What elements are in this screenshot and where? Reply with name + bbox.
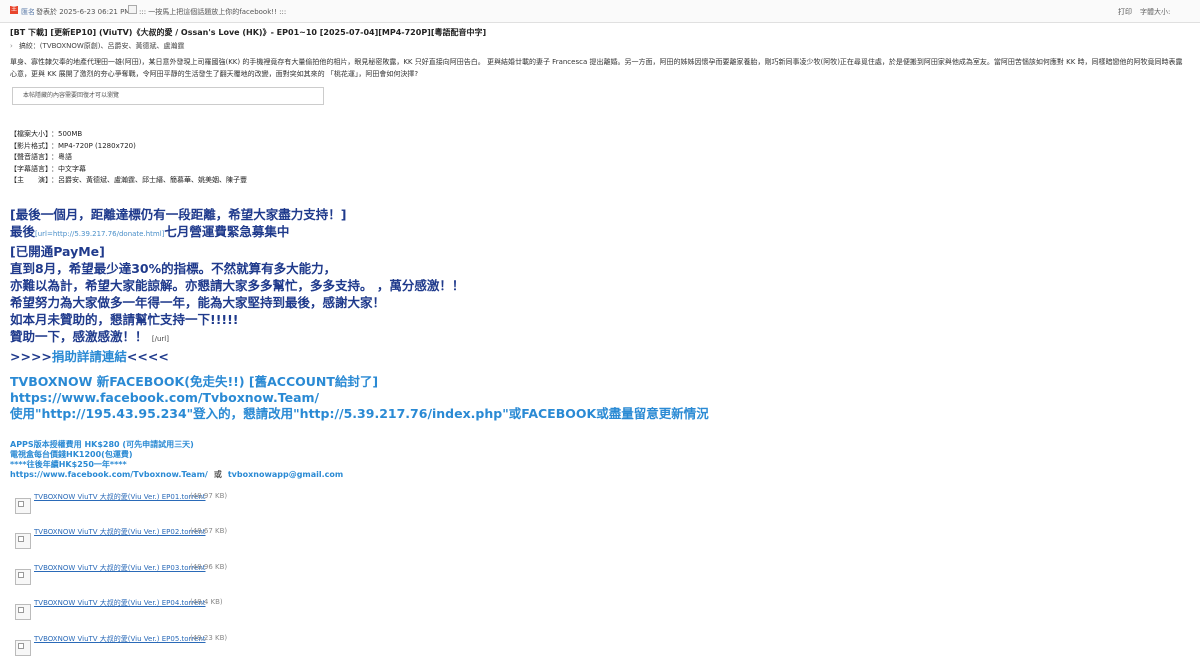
post-tags: › 搞絞：(TVBOXNOW原創)、呂爵安、黃德斌、盧瀚霆: [10, 41, 1190, 51]
attachment-size: (49.23 KB): [190, 634, 227, 642]
info-label: 【字幕語言】: [10, 164, 51, 176]
info-value: ：中文字幕: [51, 164, 86, 176]
donation-line: [已開通PayMe]: [10, 243, 1190, 260]
donation-line: 亦難以為計，希望大家能諒解。亦懇請大家多多幫忙，多多支持。 ，萬分感激！！: [10, 277, 1190, 294]
donation-line: 直到8月，希望最少達30%的指標。不然就算有多大能力，: [10, 260, 1190, 277]
info-value: ：MP4-720P (1280x720): [51, 141, 136, 153]
attachment-item: TVBOXNOW ViuTV 大叔的愛(Viu Ver.) EP05.torre…: [10, 634, 1190, 669]
info-row: 【字幕語言】：中文字幕: [10, 164, 1190, 176]
apps-line: APPS版本授權費用 HK$280 (可先申請試用三天): [10, 440, 1190, 450]
facebook-notice: TVBOXNOW 新FACEBOOK(免走失!!) [舊ACCOUNT給封了] …: [10, 374, 1190, 422]
info-value: ：粵語: [51, 152, 72, 164]
donation-text: <<<<: [127, 349, 169, 364]
info-value: ：呂爵安、黃德斌、盧瀚霆、邱士縉、簡慕華、姚美姻、陳子豐: [51, 175, 247, 187]
chevron-right-icon: ›: [10, 42, 13, 50]
torrent-file-icon[interactable]: [15, 533, 31, 549]
attachment-size: (48.67 KB): [190, 527, 227, 535]
attachment-size: (48.96 KB): [190, 563, 227, 571]
attachment-link[interactable]: TVBOXNOW ViuTV 大叔的愛(Viu Ver.) EP02.torre…: [34, 527, 206, 537]
attachment-size: (48.97 KB): [190, 492, 227, 500]
donation-line: 最後[url=http://5.39.217.76/donate.html]七月…: [10, 223, 1190, 243]
donation-text: >>>>: [10, 349, 52, 364]
attachment-link[interactable]: TVBOXNOW ViuTV 大叔的愛(Viu Ver.) EP05.torre…: [34, 634, 206, 644]
info-row: 【影片格式】：MP4-720P (1280x720): [10, 141, 1190, 153]
donation-appeal: [最後一個月，距離達標仍有一段距離，希望大家盡力支持！] 最後[url=http…: [10, 206, 1190, 365]
attachment-size: (48.4 KB): [190, 598, 223, 606]
donation-text: 最後: [10, 224, 35, 239]
tags-text[interactable]: 搞絞：(TVBOXNOW原創)、呂爵安、黃德斌、盧瀚霆: [19, 42, 185, 50]
donate-url-text[interactable]: [url=http://5.39.217.76/donate.html]: [35, 230, 164, 238]
apps-pricing: APPS版本授權費用 HK$280 (可先申請試用三天) 電視盒每台價錢HK12…: [10, 440, 1190, 480]
info-row: 【主 演】：呂爵安、黃德斌、盧瀚霆、邱士縉、簡慕華、姚美姻、陳子豐: [10, 175, 1190, 187]
facebook-line: TVBOXNOW 新FACEBOOK(免走失!!) [舊ACCOUNT給封了]: [10, 374, 1190, 390]
torrent-file-icon[interactable]: [15, 640, 31, 656]
donation-line: >>>>捐助詳請連結<<<<: [10, 348, 1190, 365]
attachment-list: TVBOXNOW ViuTV 大叔的愛(Viu Ver.) EP01.torre…: [10, 492, 1190, 669]
info-label: 【影片格式】: [10, 141, 51, 153]
donation-line: 贊助一下，感激感激！！ [/url]: [10, 328, 1190, 348]
user-badge-icon: 王: [10, 6, 18, 14]
apps-facebook-link[interactable]: https://www.facebook.com/Tvboxnow.Team/: [10, 470, 208, 479]
facebook-line: 使用"http://195.43.95.234"登入的，懇請改用"http://…: [10, 406, 1190, 422]
donation-line: 如本月未贊助的，懇請幫忙支持一下!!!!!: [10, 311, 1190, 328]
post-header-bar: 王 匯名 發表於 2025-6-23 06:21 PM ::: 一按馬上把這個話…: [0, 0, 1200, 23]
apps-line: ****往後年續HK$250一年****: [10, 460, 1190, 470]
donation-line: [最後一個月，距離達標仍有一段距離，希望大家盡力支持！]: [10, 206, 1190, 223]
attachment-item: TVBOXNOW ViuTV 大叔的愛(Viu Ver.) EP04.torre…: [10, 598, 1190, 634]
info-value: ：500MB: [51, 129, 82, 141]
torrent-file-icon[interactable]: [15, 604, 31, 620]
torrent-file-icon[interactable]: [15, 498, 31, 514]
author-link[interactable]: 匯名: [21, 7, 35, 17]
attachment-link[interactable]: TVBOXNOW ViuTV 大叔的愛(Viu Ver.) EP04.torre…: [34, 598, 206, 608]
attachment-link[interactable]: TVBOXNOW ViuTV 大叔的愛(Viu Ver.) EP01.torre…: [34, 492, 206, 502]
synopsis: 單身、寡性隸欠奉的地產代理田一雄(阿田)，某日意外發現上司羅國強(KK) 的手機…: [10, 56, 1185, 80]
attachment-item: TVBOXNOW ViuTV 大叔的愛(Viu Ver.) EP03.torre…: [10, 563, 1190, 599]
url-close-tag: [/url]: [152, 335, 169, 343]
info-row: 【聲音語言】：粵語: [10, 152, 1190, 164]
post-title: [BT 下載] [更新EP10] (ViuTV)《大叔的愛 / Ossan's …: [10, 27, 1190, 39]
info-label: 【主 演】: [10, 175, 51, 187]
donation-text: 七月營運費緊急募集中: [164, 224, 289, 239]
donate-details-link[interactable]: 捐助詳請連結: [52, 349, 127, 364]
info-label: 【聲音語言】: [10, 152, 51, 164]
attachment-item: TVBOXNOW ViuTV 大叔的愛(Viu Ver.) EP01.torre…: [10, 492, 1190, 528]
info-label: 【檔案大小】: [10, 129, 51, 141]
file-info: 【檔案大小】：500MB 【影片格式】：MP4-720P (1280x720) …: [10, 129, 1190, 187]
facebook-share-banner[interactable]: ::: 一按馬上把這個話題放上你的facebook!! :::: [139, 7, 286, 17]
facebook-url-link[interactable]: https://www.facebook.com/Tvboxnow.Team/: [10, 390, 1190, 406]
donation-text: 贊助一下，感激感激！！: [10, 329, 148, 344]
donation-line: 希望努力為大家做多一年得一年，能為大家堅持到最後，感謝大家！: [10, 294, 1190, 311]
hidden-content-notice: 本帖隱藏的內容需要回復才可以瀏覽: [12, 87, 324, 105]
broken-image-icon[interactable]: [128, 5, 137, 14]
torrent-file-icon[interactable]: [15, 569, 31, 585]
font-size-control[interactable]: 字體大小:: [1140, 7, 1170, 17]
post-timestamp: 發表於 2025-6-23 06:21 PM: [36, 7, 130, 17]
apps-contact: https://www.facebook.com/Tvboxnow.Team/或…: [10, 470, 1190, 480]
apps-line: 電視盒每台價錢HK1200(包運費): [10, 450, 1190, 460]
attachment-link[interactable]: TVBOXNOW ViuTV 大叔的愛(Viu Ver.) EP03.torre…: [34, 563, 206, 573]
post-content: [BT 下載] [更新EP10] (ViuTV)《大叔的愛 / Ossan's …: [10, 27, 1190, 669]
info-row: 【檔案大小】：500MB: [10, 129, 1190, 141]
apps-email-link[interactable]: tvboxnowapp@gmail.com: [228, 470, 343, 479]
print-link[interactable]: 打印: [1118, 7, 1132, 17]
or-text: 或: [214, 470, 222, 479]
attachment-item: TVBOXNOW ViuTV 大叔的愛(Viu Ver.) EP02.torre…: [10, 527, 1190, 563]
